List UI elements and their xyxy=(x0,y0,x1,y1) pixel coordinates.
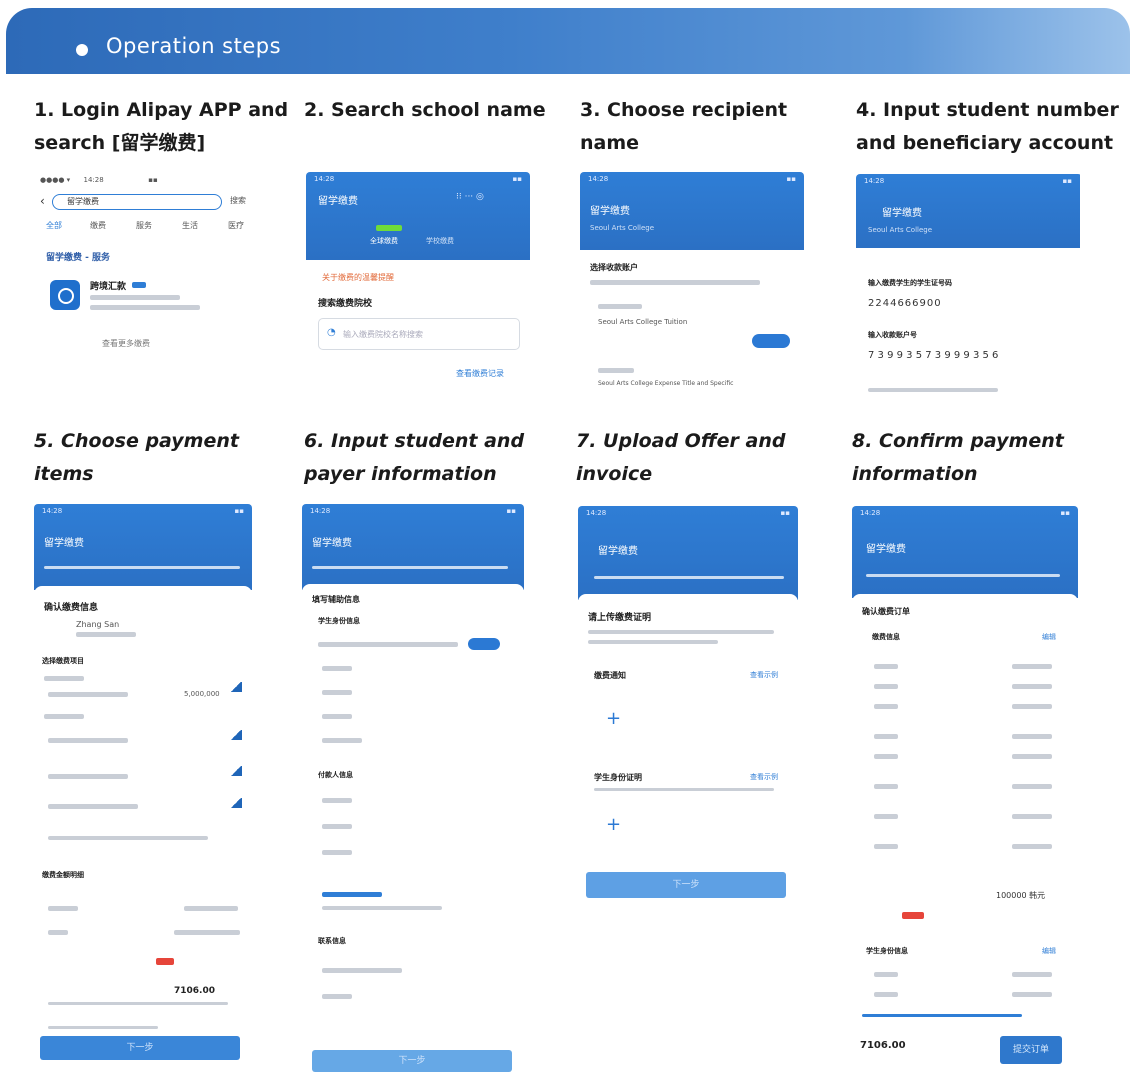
step-3-title: 3. Choose recipient name xyxy=(580,99,788,154)
account-label: 输入收款账户号 xyxy=(868,331,917,339)
step-5-screenshot: 14:28 ▪▪ 留学缴费 确认缴费信息 Zhang San 选择缴费项目 5,0… xyxy=(34,504,252,1064)
item-amount: 5,000,000 xyxy=(184,690,220,698)
fill-button[interactable] xyxy=(468,638,500,650)
step-6-title: 6. Input student and payer information xyxy=(304,430,525,485)
upload-plus-icon[interactable]: + xyxy=(606,708,621,729)
contact-group-title: 联系信息 xyxy=(318,937,346,945)
tab-global[interactable]: 全球缴费 xyxy=(370,236,398,246)
tab-medical[interactable]: 医疗 xyxy=(228,220,244,231)
result-section-title: 留学缴费 - 服务 xyxy=(46,253,111,263)
select-button[interactable] xyxy=(752,334,790,348)
account-input[interactable]: 7 3 9 9 3 5 7 3 9 9 9 3 5 6 xyxy=(868,350,998,361)
app-header: 14:28 ▪▪ 留学缴费 xyxy=(852,506,1078,598)
step-7-screenshot: 14:28 ▪▪ 留学缴费 请上传缴费证明 缴费通知 查看示例 + 学生身份证明 … xyxy=(578,506,798,906)
app-header: 14:28 ▪▪ 留学缴费 ⁝⁝ ··· ◎ 全球缴费 学校缴费 xyxy=(306,172,530,260)
app-header: 14:28 ▪▪ 留学缴费 xyxy=(34,504,252,590)
student-number-label: 输入缴费学生的学生证号码 xyxy=(868,279,952,287)
app-header: 14:28 ▪▪ 留学缴费 Seoul Arts College xyxy=(580,172,804,250)
payer-group-title: 付款人信息 xyxy=(318,771,353,779)
notice-group-title: 缴费通知 xyxy=(594,671,626,680)
record-link[interactable]: 查看缴费记录 xyxy=(456,368,504,379)
back-icon[interactable]: ‹ xyxy=(40,194,45,208)
edit-link-b[interactable]: 编辑 xyxy=(1042,946,1056,956)
pay-group-title: 缴费信息 xyxy=(872,633,900,641)
search-button[interactable]: 搜索 xyxy=(230,195,246,206)
step-4-title: 4. Input student number and beneficiary … xyxy=(856,99,1119,154)
edit-link-a[interactable]: 编辑 xyxy=(1042,632,1056,642)
next-button[interactable]: 下一步 xyxy=(586,872,786,898)
school-search-input[interactable]: ◔ 输入缴费院校名称搜索 xyxy=(318,318,520,350)
amount-group-title: 缴费金额明细 xyxy=(42,871,84,879)
next-button[interactable]: 下一步 xyxy=(40,1036,240,1060)
step-2-screenshot: 14:28 ▪▪ 留学缴费 ⁝⁝ ··· ◎ 全球缴费 学校缴费 关于缴费的温馨提… xyxy=(306,172,530,382)
section-title: 填写辅助信息 xyxy=(312,595,360,604)
student-group-title: 学生身份信息 xyxy=(866,947,908,955)
step-1-title: 1. Login Alipay APP and search [留学缴费] xyxy=(34,99,289,154)
recipient-item-expense[interactable]: Seoul Arts College Expense Title and Spe… xyxy=(598,380,733,387)
notice-text[interactable]: 关于缴费的温馨提醒 xyxy=(322,272,394,283)
total-krw: 100000 韩元 xyxy=(996,891,1046,900)
bullet-icon xyxy=(76,44,88,56)
app-header: 14:28 ▪▪ 留学缴费 Seoul Arts College xyxy=(856,174,1080,248)
student-name: Zhang San xyxy=(76,620,120,629)
submit-order-button[interactable]: 提交订单 xyxy=(1000,1036,1062,1064)
app-clock-icon[interactable] xyxy=(50,280,80,310)
header-title: 留学缴费 xyxy=(598,546,638,557)
header-title: 留学缴费 xyxy=(318,196,358,207)
tab-school[interactable]: 学校缴费 xyxy=(426,236,454,246)
example-link-a[interactable]: 查看示例 xyxy=(750,670,778,680)
step-4-screenshot: 14:28 ▪▪ 留学缴费 Seoul Arts College 输入缴费学生的学… xyxy=(856,174,1082,400)
step-5-title: 5. Choose payment items xyxy=(34,430,239,485)
tab-all[interactable]: 全部 xyxy=(46,220,62,231)
upload-plus-icon[interactable]: + xyxy=(606,814,621,835)
status-bar: ●●●● ▾ 14:28 ▪▪ xyxy=(40,176,158,184)
app-header: 14:28 ▪▪ 留学缴费 xyxy=(578,506,798,600)
header-title: 留学缴费 xyxy=(312,538,352,549)
example-link-b[interactable]: 查看示例 xyxy=(750,772,778,782)
more-icon[interactable]: ⁝⁝ ··· ◎ xyxy=(456,192,484,202)
banner-title: Operation steps xyxy=(106,34,282,58)
app-name[interactable]: 跨境汇款 xyxy=(90,279,126,292)
section-title: 请上传缴费证明 xyxy=(588,613,652,623)
total-amount: 7106.00 xyxy=(174,986,215,996)
step-1-screenshot: ●●●● ▾ 14:28 ▪▪ ‹ 留学缴费 搜索 全部 缴费 服务 生活 医疗… xyxy=(34,172,260,372)
discount-badge xyxy=(156,958,174,965)
more-link[interactable]: 查看更多缴费 xyxy=(102,338,150,349)
header-title: 留学缴费 xyxy=(882,208,922,219)
school-name: Seoul Arts College xyxy=(868,226,933,234)
header-title: 留学缴费 xyxy=(866,544,906,555)
section-title: 确认缴费信息 xyxy=(44,603,99,613)
step-8-screenshot: 14:28 ▪▪ 留学缴费 确认缴费订单 缴费信息 编辑 100000 韩元 学生… xyxy=(852,506,1078,1070)
search-input[interactable]: 留学缴费 xyxy=(52,194,222,210)
search-icon: ◔ xyxy=(327,327,336,338)
section-title: 选择收款账户 xyxy=(590,263,638,272)
search-label: 搜索缴费院校 xyxy=(318,299,373,309)
school-name: Seoul Arts College xyxy=(590,224,655,232)
tab-pay[interactable]: 缴费 xyxy=(90,220,106,231)
app-header: 14:28 ▪▪ 留学缴费 xyxy=(302,504,524,590)
header-title: 留学缴费 xyxy=(44,538,84,549)
step-3-screenshot: 14:28 ▪▪ 留学缴费 Seoul Arts College 选择收款账户 S… xyxy=(580,172,804,394)
recipient-item-tuition[interactable]: Seoul Arts College Tuition xyxy=(598,318,687,326)
section-banner: Operation steps xyxy=(6,8,1130,74)
tab-service[interactable]: 服务 xyxy=(136,220,152,231)
order-amount: 7106.00 xyxy=(860,1040,906,1051)
step-6-screenshot: 14:28 ▪▪ 留学缴费 填写辅助信息 学生身份信息 付款人信息 联系信息 下一… xyxy=(302,504,524,1074)
discount-badge xyxy=(902,912,924,919)
step-8-title: 8. Confirm payment information xyxy=(852,430,1064,485)
student-number-input[interactable]: 2244666900 xyxy=(868,298,942,309)
next-button[interactable]: 下一步 xyxy=(312,1050,512,1072)
section-title: 确认缴费订单 xyxy=(862,607,910,616)
step-7-title: 7. Upload Offer and invoice xyxy=(576,430,786,485)
items-group-title: 选择缴费项目 xyxy=(42,657,84,665)
id-group-title: 学生身份证明 xyxy=(594,773,642,782)
header-title: 留学缴费 xyxy=(590,206,630,217)
student-group-title: 学生身份信息 xyxy=(318,617,360,625)
step-2-title: 2. Search school name xyxy=(304,99,546,121)
tab-life[interactable]: 生活 xyxy=(182,220,198,231)
